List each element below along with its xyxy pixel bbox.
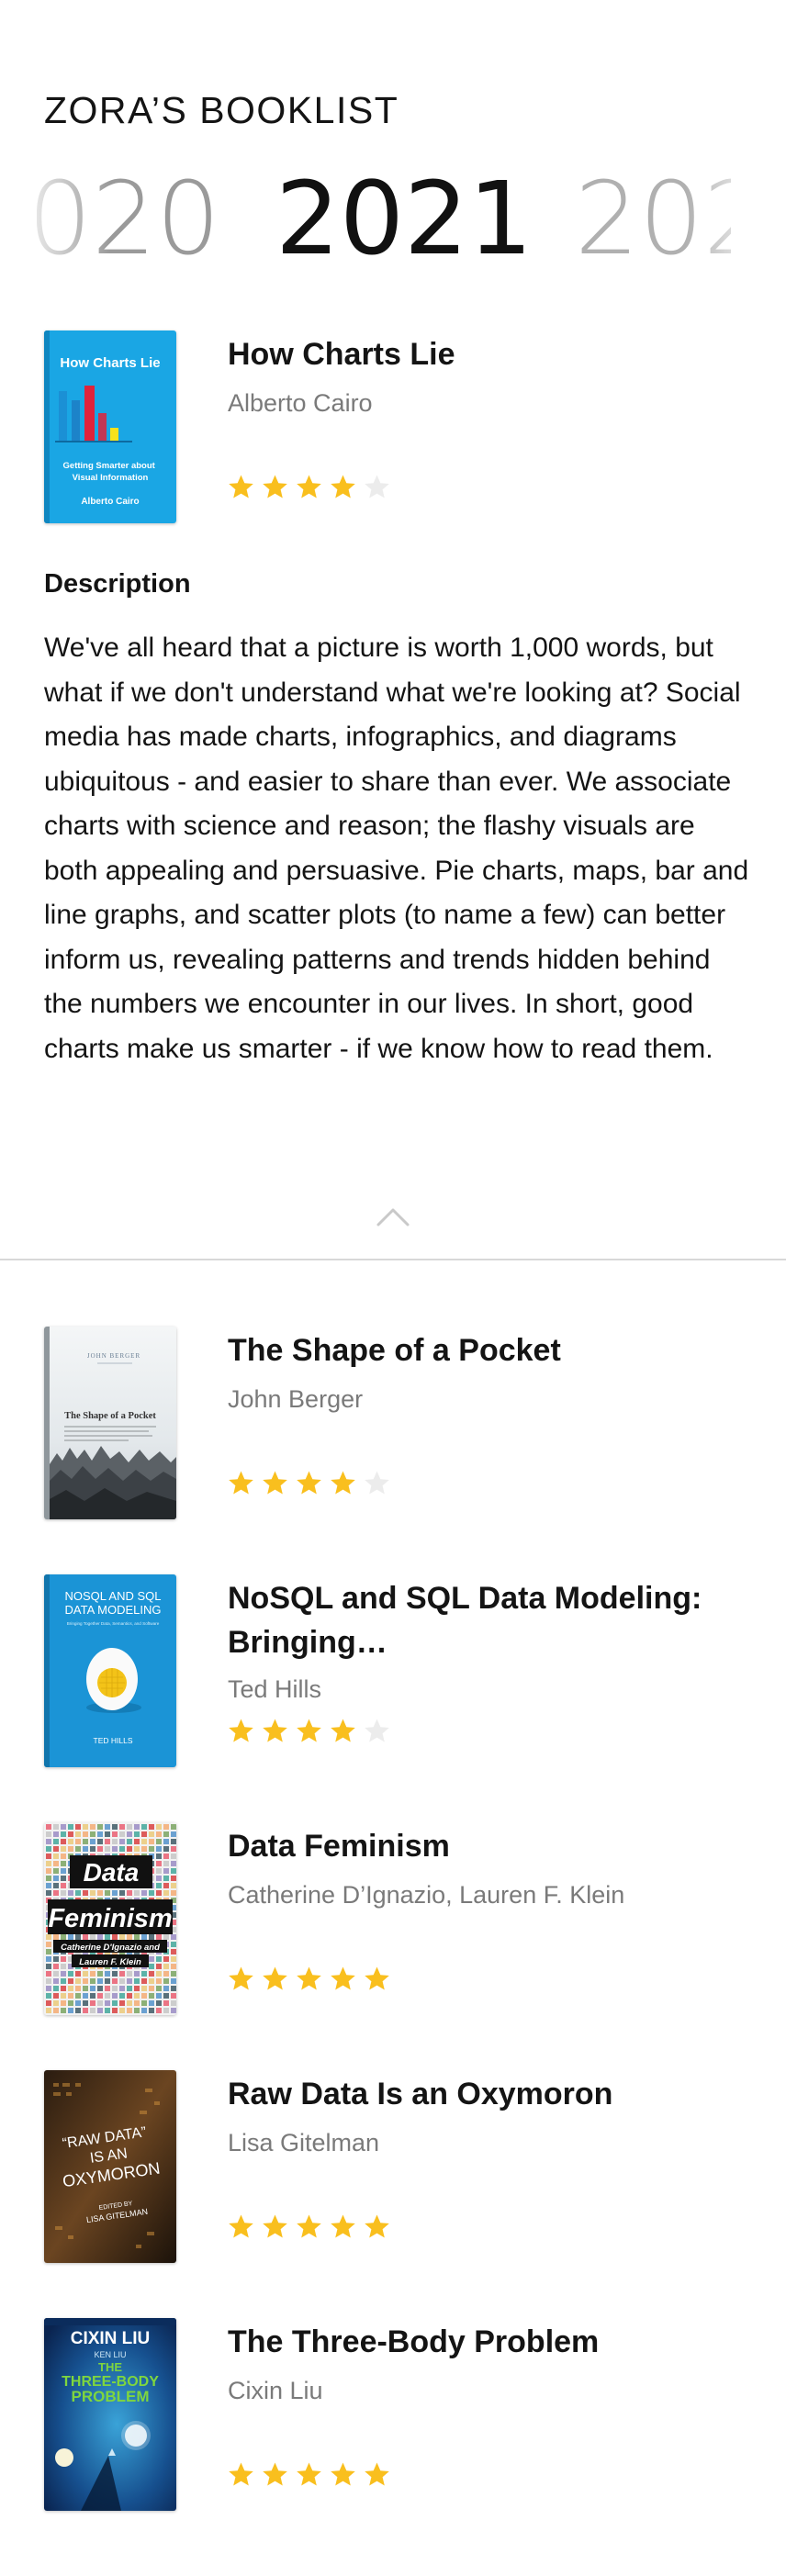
cover-author: CIXIN LIU	[71, 2329, 151, 2348]
book-author: Catherine D’Ignazio, Lauren F. Klein	[228, 1881, 625, 1909]
star-rating	[228, 474, 390, 500]
book-list-item[interactable]: Data Feminism Catherine D'Ignazio and La…	[44, 1822, 760, 2015]
book-cover-nosql-and-sql-data-modeling: NOSQL AND SQL DATA MODELING Bringing Tog…	[44, 1574, 176, 1767]
book-author: John Berger	[228, 1385, 364, 1413]
cover-title-line-1: THE	[98, 2360, 122, 2374]
star-filled-icon	[297, 2214, 321, 2238]
star-filled-icon	[365, 1966, 389, 1990]
book-description: We've all heard that a picture is worth …	[44, 633, 749, 1064]
collapse-button[interactable]	[375, 1204, 411, 1228]
app-title: ZORA’S BOOKLIST	[44, 89, 399, 131]
book-title: The Shape of a Pocket	[228, 1333, 561, 1368]
book-list-item[interactable]: “RAW DATA” IS AN OXYMORON EDITED BY LISA…	[44, 2070, 760, 2263]
star-filled-icon	[229, 1471, 253, 1495]
star-rating	[228, 2461, 390, 2488]
star-filled-icon	[263, 1471, 287, 1495]
cover-translator: KEN LIU	[94, 2350, 126, 2359]
book-cover-shape-of-a-pocket: JOHN BERGER The Shape of a Pocket	[44, 1327, 176, 1519]
star-empty-icon	[365, 1471, 389, 1495]
cover-subtitle: Bringing Together Data, Semantics, and S…	[67, 1621, 160, 1626]
cover-title-line-2: DATA MODELING	[65, 1603, 162, 1617]
book-title: How Charts Lie	[228, 337, 455, 372]
star-filled-icon	[297, 1719, 321, 1742]
cover-title-line-1: NOSQL AND SQL	[65, 1589, 162, 1603]
book-title: Raw Data Is an Oxymoron	[228, 2077, 613, 2111]
book-cover-data-feminism: Data Feminism Catherine D'Ignazio and La…	[44, 1822, 176, 2015]
star-filled-icon	[229, 1719, 253, 1742]
star-filled-icon	[229, 2214, 253, 2238]
book-cover-three-body-problem: CIXIN LIU KEN LIU THE THREE-BODY PROBLEM	[44, 2318, 176, 2511]
star-filled-icon	[263, 1719, 287, 1742]
star-rating	[228, 1718, 390, 1744]
cover-author-line-2: Lauren F. Klein	[79, 1957, 141, 1967]
divider	[0, 1259, 786, 1260]
cover-author-line-1: Catherine D'Ignazio and	[61, 1943, 160, 1953]
book-title: The Three-Body Problem	[228, 2324, 600, 2359]
cover-title-line-3: PROBLEM	[72, 2388, 150, 2405]
cover-author: JOHN BERGER	[87, 1352, 140, 1360]
star-filled-icon	[297, 1966, 321, 1990]
book-cover-raw-data-is-an-oxymoron: “RAW DATA” IS AN OXYMORON EDITED BY LISA…	[44, 2070, 176, 2263]
star-filled-icon	[263, 2462, 287, 2486]
star-filled-icon	[365, 2214, 389, 2238]
star-filled-icon	[331, 1719, 355, 1742]
book-author: Cixin Liu	[228, 2377, 323, 2404]
year-carousel[interactable]: 2020 2021 2022	[0, 163, 786, 274]
star-rating	[228, 1966, 390, 1992]
star-filled-icon	[297, 1471, 321, 1495]
book-title: Data Feminism	[228, 1829, 450, 1864]
chevron-up-icon	[376, 1208, 410, 1226]
carousel-fade-left	[0, 163, 110, 274]
year-current[interactable]: 2021	[275, 163, 533, 274]
star-filled-icon	[229, 1966, 253, 1990]
cover-title: How Charts Lie	[60, 355, 160, 371]
star-filled-icon	[229, 475, 253, 498]
star-empty-icon	[365, 475, 389, 498]
star-filled-icon	[263, 2214, 287, 2238]
star-filled-icon	[331, 2214, 355, 2238]
description-label: Description	[44, 569, 191, 599]
star-filled-icon	[331, 1471, 355, 1495]
star-filled-icon	[297, 2462, 321, 2486]
book-author: Ted Hills	[228, 1675, 322, 1703]
star-filled-icon	[263, 1966, 287, 1990]
star-filled-icon	[331, 475, 355, 498]
book-author: Alberto Cairo	[228, 389, 373, 417]
carousel-fade-right	[685, 163, 786, 274]
star-filled-icon	[263, 475, 287, 498]
star-filled-icon	[229, 2462, 253, 2486]
book-cover-how-charts-lie: How Charts Lie Getting Smarter about Vis…	[44, 330, 176, 523]
star-rating	[228, 2213, 390, 2240]
star-filled-icon	[331, 2462, 355, 2486]
cover-title-line-2: Feminism	[48, 1904, 172, 1933]
selected-book-card[interactable]: How Charts Lie Getting Smarter about Vis…	[44, 330, 760, 532]
book-list-item[interactable]: JOHN BERGER The Shape of a Pocket The Sh…	[44, 1327, 760, 1519]
book-list-item[interactable]: CIXIN LIU KEN LIU THE THREE-BODY PROBLEM…	[44, 2318, 760, 2511]
star-rating	[228, 1470, 390, 1496]
book-list-item[interactable]: NOSQL AND SQL DATA MODELING Bringing Tog…	[44, 1574, 760, 1767]
star-filled-icon	[297, 475, 321, 498]
star-filled-icon	[331, 1966, 355, 1990]
book-author: Lisa Gitelman	[228, 2129, 380, 2156]
star-empty-icon	[365, 1719, 389, 1742]
cover-title: The Shape of a Pocket	[64, 1411, 156, 1421]
cover-title-line-1: Data	[84, 1858, 140, 1887]
cover-author: Alberto Cairo	[81, 497, 139, 507]
book-title: NoSQL and SQL Data Modeling: Bringing…	[228, 1581, 702, 1660]
star-filled-icon	[365, 2462, 389, 2486]
cover-author: TED HILLS	[94, 1736, 133, 1745]
